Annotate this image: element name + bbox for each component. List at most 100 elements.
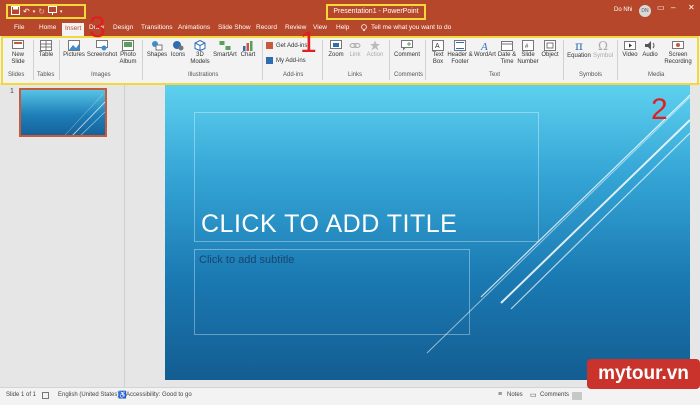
spell-check-icon[interactable]	[42, 392, 49, 399]
save-icon[interactable]	[11, 5, 20, 18]
wordart-button[interactable]: A WordArt	[473, 40, 497, 59]
tab-animations[interactable]: Animations	[178, 24, 210, 31]
close-icon[interactable]: ✕	[688, 3, 695, 12]
group-label-text: Text	[489, 72, 501, 78]
group-separator	[425, 40, 426, 80]
present-from-beginning-icon[interactable]	[47, 5, 57, 18]
audio-button[interactable]: Audio	[640, 40, 660, 59]
svg-text:A: A	[435, 43, 440, 50]
language[interactable]: English (United States)	[58, 392, 119, 398]
slide-thumbnail[interactable]	[19, 88, 107, 137]
smartart-icon	[219, 41, 231, 50]
smartart-button[interactable]: SmartArt	[212, 40, 238, 59]
group-separator	[563, 40, 564, 80]
photo-album-button[interactable]: Photo Album	[117, 40, 139, 66]
slide-thumbnail-pane: 1	[0, 85, 125, 387]
store-icon	[266, 42, 273, 49]
table-button[interactable]: Table	[36, 40, 56, 59]
slide-canvas[interactable]: CLICK TO ADD TITLE Click to add subtitle	[165, 85, 690, 380]
tab-record[interactable]: Record	[256, 24, 277, 31]
tab-file[interactable]: File	[14, 24, 24, 31]
3d-models-button[interactable]: 3D Models	[188, 40, 212, 66]
thumbnail-decoration	[64, 93, 105, 135]
tab-insert[interactable]: Insert	[62, 23, 85, 36]
group-label-add-ins: Add-ins	[283, 72, 304, 78]
star-icon	[370, 40, 380, 51]
equation-button[interactable]: π Equation	[566, 40, 592, 60]
comment-icon	[401, 40, 413, 51]
text-box-button[interactable]: A Text Box	[428, 40, 448, 66]
calendar-icon	[501, 41, 513, 51]
minimize-icon[interactable]: –	[671, 3, 675, 12]
group-separator	[59, 40, 60, 80]
group-label-media: Media	[648, 72, 665, 78]
action-button[interactable]: Action	[364, 40, 386, 59]
symbol-button[interactable]: Ω Symbol	[592, 40, 614, 60]
comments-button[interactable]: Comments	[540, 392, 569, 398]
undo-dropdown-icon[interactable]: ▾	[33, 7, 36, 17]
normal-view-icon[interactable]	[572, 392, 582, 400]
comment-button[interactable]: Comment	[392, 40, 422, 59]
icons-icon	[173, 41, 184, 51]
speaker-icon	[645, 41, 655, 50]
undo-icon[interactable]: ↶	[23, 7, 30, 17]
screen-recording-icon	[672, 41, 684, 49]
new-slide-icon	[12, 40, 24, 49]
new-slide-button[interactable]: New Slide	[6, 40, 30, 66]
avatar[interactable]: DN	[639, 5, 651, 17]
title-placeholder[interactable]: CLICK TO ADD TITLE	[194, 112, 539, 242]
chart-icon	[243, 41, 253, 51]
accessibility-status[interactable]: Accessibility: Good to go	[126, 392, 192, 398]
header-footer-button[interactable]: Header & Footer	[447, 40, 473, 66]
slide-number-button[interactable]: # Slide Number	[517, 40, 539, 66]
group-label-illustrations: Illustrations	[188, 72, 219, 78]
subtitle-placeholder[interactable]: Click to add subtitle	[194, 249, 470, 335]
redo-icon[interactable]: ↻	[38, 7, 45, 17]
pictures-button[interactable]: Pictures	[62, 40, 86, 59]
group-separator	[617, 40, 618, 80]
shapes-icon	[152, 41, 163, 51]
tab-home[interactable]: Home	[39, 24, 56, 31]
shapes-button[interactable]: Shapes	[145, 40, 169, 59]
tab-slide-show[interactable]: Slide Show	[218, 24, 251, 31]
video-icon	[624, 41, 636, 50]
text-box-icon: A	[432, 40, 444, 51]
customize-toolbar-icon[interactable]: ▾	[60, 7, 63, 17]
watermark-logo: mytour.vn	[587, 359, 700, 389]
notes-button[interactable]: Notes	[507, 392, 523, 398]
annotation-number-3: 3	[89, 11, 106, 44]
group-separator	[262, 40, 263, 80]
tab-transitions[interactable]: Transitions	[141, 24, 173, 31]
pi-icon: π	[575, 39, 583, 53]
group-separator	[322, 40, 323, 80]
date-time-button[interactable]: Date & Time	[496, 40, 518, 66]
slide-number-icon: #	[522, 40, 534, 51]
user-name[interactable]: Do Nhi	[614, 7, 632, 13]
link-button[interactable]: Link	[346, 40, 364, 59]
video-button[interactable]: Video	[620, 40, 640, 59]
photo-album-icon	[122, 40, 134, 51]
icons-button[interactable]: Icons	[168, 40, 188, 59]
group-separator	[33, 40, 34, 80]
add-ins-icon	[266, 57, 273, 64]
group-label-comments: Comments	[394, 72, 424, 78]
group-label-images: Images	[91, 72, 111, 78]
tell-me-search[interactable]: Tell me what you want to do	[371, 24, 451, 31]
tab-design[interactable]: Design	[113, 24, 133, 31]
header-footer-icon	[454, 40, 466, 51]
status-bar: Slide 1 of 1 English (United States) ♿ A…	[0, 387, 700, 405]
object-button[interactable]: Object	[539, 40, 561, 59]
zoom-button[interactable]: Zoom	[325, 40, 347, 59]
thumbnail-number: 1	[10, 88, 14, 95]
omega-icon: Ω	[598, 39, 608, 53]
quick-access-toolbar: ↶ ▾ ↻ ▾	[6, 4, 86, 19]
tab-help[interactable]: Help	[336, 24, 349, 31]
svg-text:A: A	[480, 41, 488, 51]
annotation-number-1: 1	[300, 26, 317, 59]
annotation-number-2: 2	[651, 93, 668, 126]
chart-button[interactable]: Chart	[238, 40, 258, 59]
group-label-symbols: Symbols	[579, 72, 603, 78]
screen-recording-button[interactable]: Screen Recording	[659, 40, 697, 66]
ribbon-display-options-icon[interactable]: ▭	[657, 3, 665, 12]
group-separator	[389, 40, 390, 80]
